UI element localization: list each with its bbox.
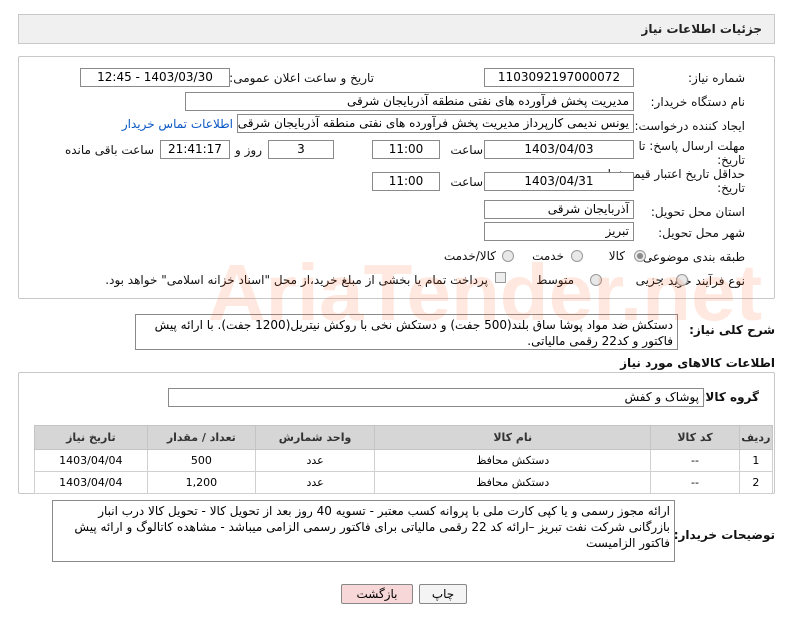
need-number-field[interactable]: 1103092197000072 [484,68,634,87]
page-title: جزئیات اطلاعات نیاز [641,22,762,36]
row-code: -- [650,471,740,494]
creator-field[interactable]: یونس ندیمی کارپرداز مدیریت پخش فرآورده ه… [237,114,634,133]
deadline-date-label: تاریخ: [717,153,745,167]
buyer-notes-label: توضیحات خریدار: [673,528,775,542]
watermark-text: AriaTender.net [208,248,762,337]
col-code: کد کالا [650,425,740,450]
buyer-contact-link[interactable]: اطلاعات تماس خریدار [122,117,233,131]
deadline-time-field[interactable]: 11:00 [372,140,440,159]
col-name: نام کالا [374,425,652,450]
need-number-label: شماره نیاز: [688,71,745,85]
time-remaining-label: ساعت باقی مانده [64,143,154,157]
announce-date-label: تاریخ و ساعت اعلان عمومی: [229,71,374,85]
province-field[interactable]: آذربایجان شرقی [484,200,634,219]
row-unit: عدد [254,449,376,472]
goods-section-title: اطلاعات کالاهای مورد نیاز [620,356,775,370]
goods-group-field[interactable]: پوشاک و کفش [168,388,704,407]
goods-table-header: ردیف کد کالا نام کالا واحد شمارش تعداد /… [34,425,774,450]
days-label: روز و [235,143,262,157]
deadline-time-label: ساعت [450,143,483,157]
row-number: 1 [738,449,774,472]
province-label: استان محل تحویل: [650,205,745,219]
deadline-label: مهلت ارسال پاسخ: تا [638,139,745,153]
buyer-org-label: نام دستگاه خریدار: [650,95,746,109]
table-row[interactable]: 2 -- دستکش محافظ عدد 1,200 1403/04/04 [34,471,774,494]
time-remaining-field[interactable]: 21:41:17 [160,140,230,159]
price-validity-time-field[interactable]: 11:00 [372,172,440,191]
goods-group-label: گروه کالا: [700,390,759,404]
page-header: جزئیات اطلاعات نیاز [18,14,775,44]
creator-label: ایجاد کننده درخواست: [634,119,745,133]
deadline-date-field[interactable]: 1403/04/03 [484,140,634,159]
city-field[interactable]: تبریز [484,222,634,241]
price-validity-time-label: ساعت [450,175,483,189]
row-need-date: 1403/04/04 [34,449,148,472]
col-need-date: تاریخ نیاز [34,425,148,450]
price-validity-date-label: تاریخ: [717,181,745,195]
goods-table: ردیف کد کالا نام کالا واحد شمارش تعداد /… [34,425,774,494]
row-name: دستکش محافظ [374,471,652,494]
row-unit: عدد [254,471,376,494]
row-need-date: 1403/04/04 [34,471,148,494]
row-code: -- [650,449,740,472]
row-name: دستکش محافظ [374,449,652,472]
back-button[interactable]: بازگشت [341,584,413,604]
col-quantity: تعداد / مقدار [146,425,256,450]
announce-date-field[interactable]: 1403/03/30 - 12:45 [80,68,230,87]
row-number: 2 [738,471,774,494]
buyer-notes-textarea[interactable]: ارائه مجوز رسمی و یا کپی کارت ملی با پرو… [52,500,675,562]
days-remaining-field[interactable]: 3 [268,140,334,159]
row-quantity: 500 [146,449,256,472]
print-button[interactable]: چاپ [419,584,467,604]
row-quantity: 1,200 [146,471,256,494]
buyer-org-field[interactable]: مدیریت پخش فرآورده های نفتی منطقه آذربای… [185,92,634,111]
col-unit: واحد شمارش [254,425,376,450]
city-label: شهر محل تحویل: [658,226,745,240]
table-row[interactable]: 1 -- دستکش محافظ عدد 500 1403/04/04 [34,449,774,472]
col-row: ردیف [738,425,774,450]
price-validity-date-field[interactable]: 1403/04/31 [484,172,634,191]
watermark-logo: AriaTender.net [208,248,762,337]
